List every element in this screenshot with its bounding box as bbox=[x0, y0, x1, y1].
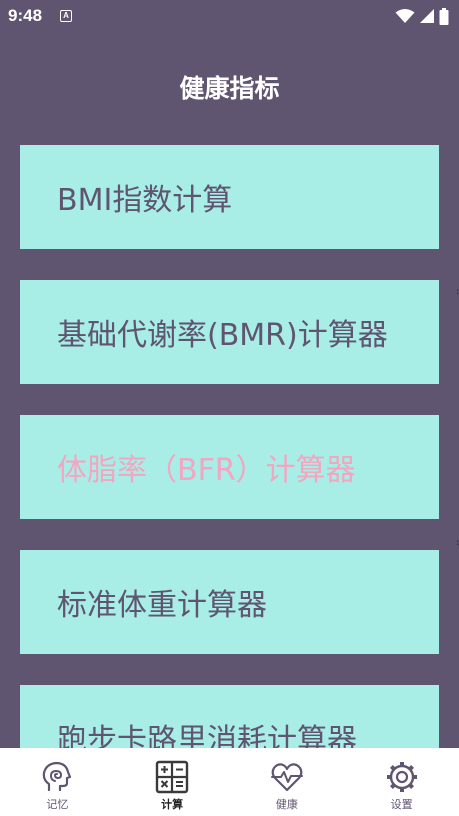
a-box-icon: A bbox=[60, 10, 72, 22]
nav-health[interactable]: 健康 bbox=[230, 748, 345, 816]
head-brain-icon bbox=[43, 761, 72, 792]
signal-icon bbox=[420, 9, 434, 23]
page-title: 健康指标 bbox=[179, 74, 280, 103]
bottom-nav: 记忆 计算 健康 设置 bbox=[0, 748, 459, 816]
wifi-icon bbox=[395, 9, 415, 23]
nav-calculate[interactable]: 计算 bbox=[115, 748, 230, 816]
status-time: 9:48 bbox=[8, 6, 43, 25]
battery-icon bbox=[439, 7, 449, 25]
status-bar: 9:48 A bbox=[0, 0, 459, 34]
calculator-list[interactable]: BMI指数计算 基础代谢率(BMR)计算器 体脂率（BFR）计算器 标准体重计算… bbox=[20, 145, 439, 748]
status-icons bbox=[395, 7, 449, 25]
nav-settings-label: 设置 bbox=[390, 798, 413, 811]
standard-weight-calculator-button[interactable]: 标准体重计算器 bbox=[20, 550, 439, 654]
heartbeat-icon bbox=[270, 763, 303, 792]
edge-mark: : bbox=[455, 287, 459, 297]
bfr-calculator-button[interactable]: 体脂率（BFR）计算器 bbox=[20, 415, 439, 519]
nav-calculate-label: 计算 bbox=[161, 798, 184, 811]
gear-icon bbox=[386, 762, 417, 792]
nav-memory-label: 记忆 bbox=[46, 798, 69, 811]
edge-mark: : bbox=[455, 538, 459, 548]
nav-memory[interactable]: 记忆 bbox=[0, 748, 115, 816]
bmi-calculator-button[interactable]: BMI指数计算 bbox=[20, 145, 439, 249]
nav-health-label: 健康 bbox=[275, 798, 298, 811]
calculator-icon bbox=[155, 760, 189, 794]
bmr-calculator-button[interactable]: 基础代谢率(BMR)计算器 bbox=[20, 280, 439, 384]
nav-settings[interactable]: 设置 bbox=[344, 748, 459, 816]
running-calorie-calculator-button[interactable]: 跑步卡路里消耗计算器 bbox=[20, 685, 439, 748]
